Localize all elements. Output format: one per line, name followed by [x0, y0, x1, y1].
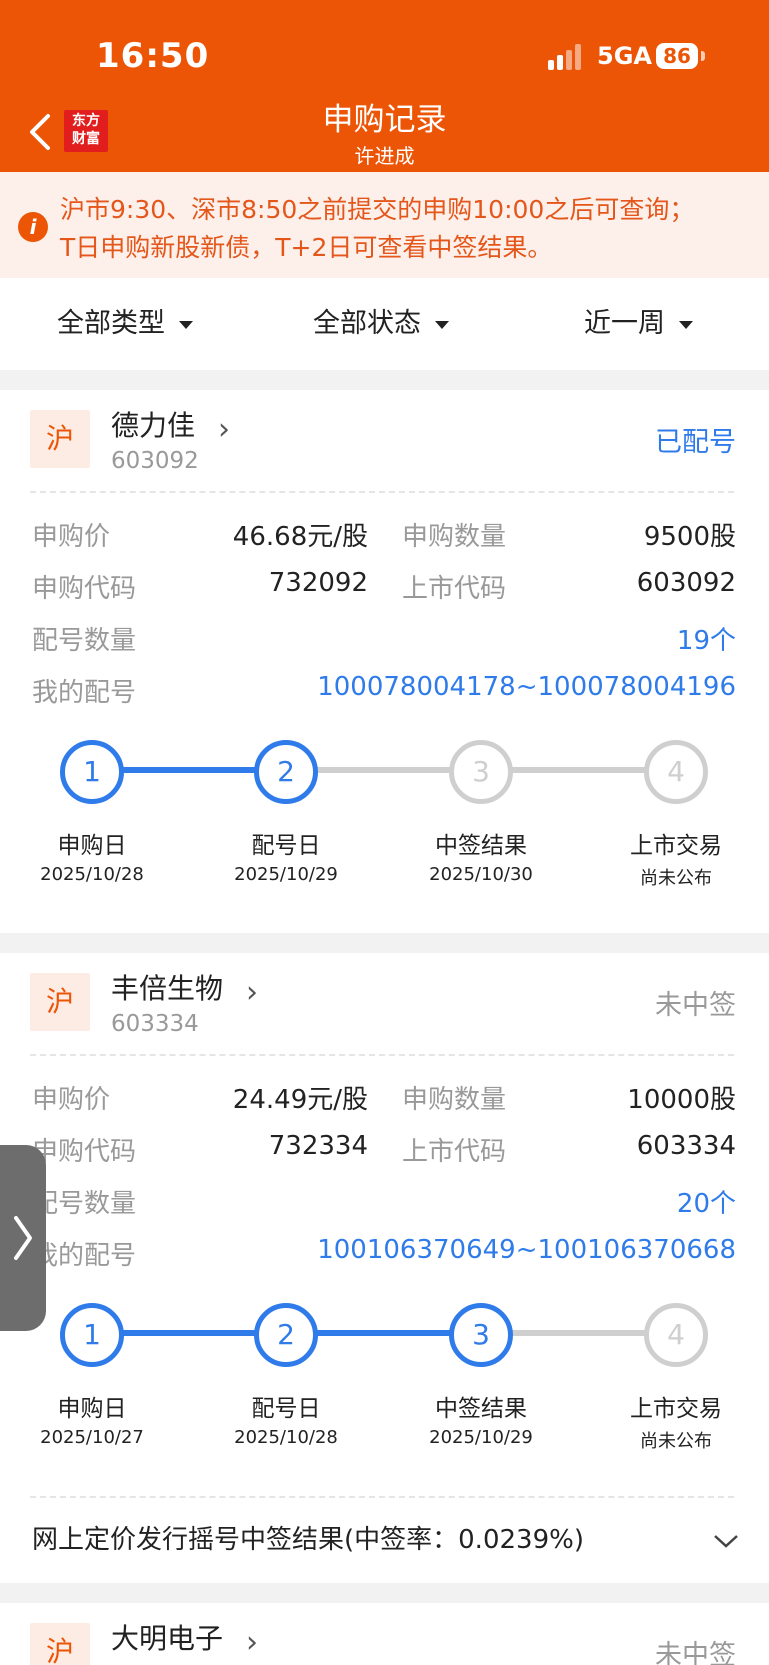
- battery-icon: 86: [656, 43, 698, 69]
- record-card: 沪 大明电子 › 未中签: [0, 1603, 769, 1665]
- match-count-value: 20个: [676, 1189, 736, 1219]
- status-time: 16:50: [96, 36, 210, 76]
- step-circle: 4: [644, 1303, 708, 1367]
- step-circle: 2: [254, 1303, 318, 1367]
- progress-steps: 1 申购日 2025/10/28 2 配号日 2025/10/29 3 中签结果 2025/10…: [0, 740, 769, 910]
- step-circle: 2: [254, 740, 318, 804]
- step-circle: 3: [449, 740, 513, 804]
- divider: [30, 491, 734, 493]
- caret-down-icon: [679, 320, 693, 329]
- market-badge: 沪: [30, 410, 90, 468]
- chevron-right-icon: [14, 1216, 32, 1260]
- record-card: 沪 丰倍生物 603334 › 未中签 申购价 24.49元/股 申购数量 10…: [0, 953, 769, 1583]
- caret-down-icon: [179, 320, 193, 329]
- chevron-right-icon[interactable]: ›: [246, 1625, 258, 1660]
- step-date: 2025/10/28: [234, 1427, 338, 1448]
- match-count-label: 配号数量: [32, 626, 137, 656]
- chevron-right-icon[interactable]: ›: [218, 412, 230, 447]
- stock-name[interactable]: 德力佳: [111, 404, 195, 444]
- status-text: 未中签: [655, 990, 736, 1021]
- stock-code: 603092: [111, 448, 199, 474]
- my-numbers-value[interactable]: 100078004178~100078004196: [317, 672, 736, 702]
- battery-tip: [701, 51, 705, 61]
- filter-type-dropdown[interactable]: 全部类型: [57, 278, 193, 370]
- filter-status-label: 全部状态: [313, 308, 421, 339]
- step-date: 2025/10/29: [429, 1427, 533, 1448]
- chevron-down-icon: [714, 1535, 738, 1548]
- page-title: 申购记录: [322, 102, 447, 138]
- notice-line-2: T日申购新股新债，T+2日可查看中签结果。: [60, 233, 553, 262]
- step-date: 2025/10/29: [234, 864, 338, 885]
- filter-type-label: 全部类型: [57, 308, 165, 339]
- sub-code-label: 申购代码: [32, 1137, 137, 1167]
- step-date: 2025/10/28: [40, 864, 144, 885]
- price-label: 申购价: [32, 522, 111, 552]
- list-code-value: 603334: [636, 1131, 736, 1161]
- quantity-label: 申购数量: [402, 1085, 507, 1115]
- step-label: 中签结果: [435, 1396, 527, 1422]
- step-label: 申购日: [57, 833, 127, 859]
- filter-period-dropdown[interactable]: 近一周: [584, 278, 693, 370]
- step-circle: 1: [60, 740, 124, 804]
- filter-status-dropdown[interactable]: 全部状态: [313, 278, 449, 370]
- list-code-label: 上市代码: [402, 1137, 507, 1167]
- price-value: 24.49元/股: [232, 1085, 368, 1115]
- market-badge: 沪: [30, 1623, 90, 1665]
- record-card: 沪 德力佳 603092 › 已配号 申购价 46.68元/股 申购数量 950…: [0, 390, 769, 933]
- my-numbers-value[interactable]: 100106370649~100106370668: [317, 1235, 736, 1265]
- sub-code-label: 申购代码: [32, 574, 137, 604]
- step-date: 2025/10/27: [40, 1427, 144, 1448]
- price-value: 46.68元/股: [232, 522, 368, 552]
- step-circle: 3: [449, 1303, 513, 1367]
- sub-code-value: 732092: [268, 568, 368, 598]
- step-label: 上市交易: [630, 1396, 722, 1422]
- step-circle: 1: [60, 1303, 124, 1367]
- market-badge: 沪: [30, 973, 90, 1031]
- info-icon: i: [18, 212, 48, 242]
- list-code-label: 上市代码: [402, 574, 507, 604]
- chevron-right-icon[interactable]: ›: [246, 975, 258, 1010]
- side-drawer-handle[interactable]: [0, 1145, 46, 1331]
- step-label: 配号日: [251, 1396, 321, 1422]
- step-label: 申购日: [57, 1396, 127, 1422]
- step-date: 尚未公布: [640, 1431, 712, 1452]
- network-type: 5GA: [597, 42, 652, 70]
- price-label: 申购价: [32, 1085, 111, 1115]
- caret-down-icon: [435, 320, 449, 329]
- step-label: 中签结果: [435, 833, 527, 859]
- step-label: 配号日: [251, 833, 321, 859]
- quantity-value: 9500股: [643, 522, 736, 552]
- notice-line-1: 沪市9:30、深市8:50之前提交的申购10:00之后可查询；: [60, 195, 695, 224]
- divider: [30, 1054, 734, 1056]
- step-label: 上市交易: [630, 833, 722, 859]
- app-header: 16:50 5GA 86 东方财富 申购记录 许进成: [0, 0, 769, 172]
- stock-name[interactable]: 丰倍生物: [111, 967, 223, 1007]
- result-text: 网上定价发行摇号中签结果(中签率：0.0239%): [32, 1525, 584, 1555]
- match-count-value: 19个: [676, 626, 736, 656]
- my-numbers-label: 我的配号: [32, 1241, 137, 1271]
- signal-icon: [548, 44, 584, 70]
- stock-code: 603334: [111, 1011, 199, 1037]
- my-numbers-label: 我的配号: [32, 678, 137, 708]
- sub-code-value: 732334: [268, 1131, 368, 1161]
- filter-bar: 全部类型 全部状态 近一周: [0, 278, 769, 370]
- step-date: 2025/10/30: [429, 864, 533, 885]
- filter-period-label: 近一周: [584, 308, 665, 339]
- step-circle: 4: [644, 740, 708, 804]
- stock-name[interactable]: 大明电子: [111, 1617, 223, 1657]
- status-text: 未中签: [655, 1640, 736, 1665]
- status-text: 已配号: [655, 427, 736, 458]
- quantity-label: 申购数量: [402, 522, 507, 552]
- step-date: 尚未公布: [640, 868, 712, 889]
- match-count-label: 配号数量: [32, 1189, 137, 1219]
- progress-steps: 1 申购日 2025/10/27 2 配号日 2025/10/28 3 中签结果 2025/10…: [0, 1303, 769, 1473]
- page-subtitle: 许进成: [354, 144, 415, 168]
- divider: [30, 1496, 734, 1498]
- quantity-value: 10000股: [627, 1085, 736, 1115]
- list-code-value: 603092: [636, 568, 736, 598]
